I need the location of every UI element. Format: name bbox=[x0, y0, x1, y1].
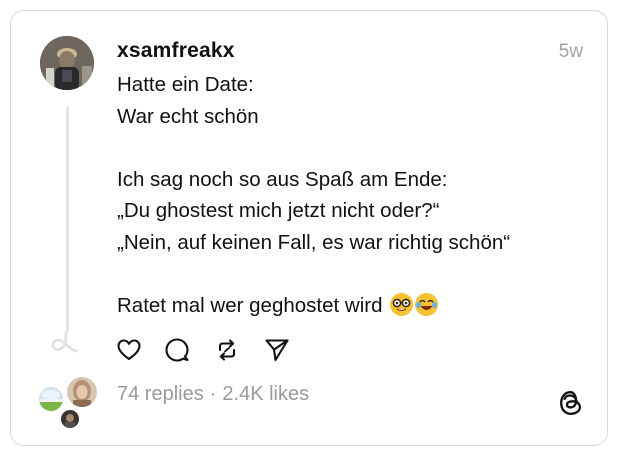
author-avatar[interactable] bbox=[40, 36, 94, 90]
post-line: Ich sag noch so aus Spaß am Ende: bbox=[117, 167, 448, 191]
post-text: Hatte ein Date: War echt schön Ich sag n… bbox=[117, 69, 587, 321]
share-button[interactable] bbox=[264, 337, 290, 363]
like-button[interactable] bbox=[116, 337, 142, 363]
thread-post-card: xsamfreakx 5w Hatte ein Date: War echt s… bbox=[10, 10, 608, 446]
post-stats: 74 replies · 2.4K likes bbox=[117, 383, 309, 406]
post-line bbox=[117, 132, 587, 164]
post-line: War echt schön bbox=[117, 104, 259, 128]
post-line-last: Ratet mal wer geghostet wird bbox=[117, 290, 587, 322]
replier-avatar[interactable] bbox=[67, 377, 97, 407]
likes-count[interactable]: 2.4K likes bbox=[222, 383, 309, 405]
author-username[interactable]: xsamfreakx bbox=[117, 39, 235, 63]
post-line: „Du ghostest mich jetzt nicht oder?“ bbox=[117, 199, 440, 222]
laughing-tears-emoji bbox=[415, 292, 439, 316]
post-line: Hatte ein Date: bbox=[117, 73, 254, 96]
replier-avatar[interactable] bbox=[39, 387, 63, 411]
heart-icon bbox=[117, 339, 141, 361]
repost-icon bbox=[218, 339, 236, 361]
post-line bbox=[117, 258, 587, 290]
post-line-text: Ratet mal wer geghostet wird bbox=[117, 293, 383, 317]
thread-connector-line bbox=[66, 107, 69, 332]
replier-avatar[interactable] bbox=[61, 410, 79, 428]
comment-icon bbox=[165, 338, 189, 362]
reply-button[interactable] bbox=[164, 337, 190, 363]
thread-loop-icon bbox=[51, 331, 78, 353]
stats-separator: · bbox=[209, 383, 217, 405]
send-icon bbox=[265, 339, 289, 362]
nerd-face-emoji bbox=[390, 292, 414, 316]
repost-button[interactable] bbox=[214, 337, 240, 363]
threads-logo-icon[interactable] bbox=[557, 389, 585, 417]
post-timestamp[interactable]: 5w bbox=[559, 41, 583, 63]
post-line: „Nein, auf keinen Fall, es war richtig s… bbox=[117, 230, 511, 254]
replies-count[interactable]: 74 replies bbox=[117, 383, 204, 405]
